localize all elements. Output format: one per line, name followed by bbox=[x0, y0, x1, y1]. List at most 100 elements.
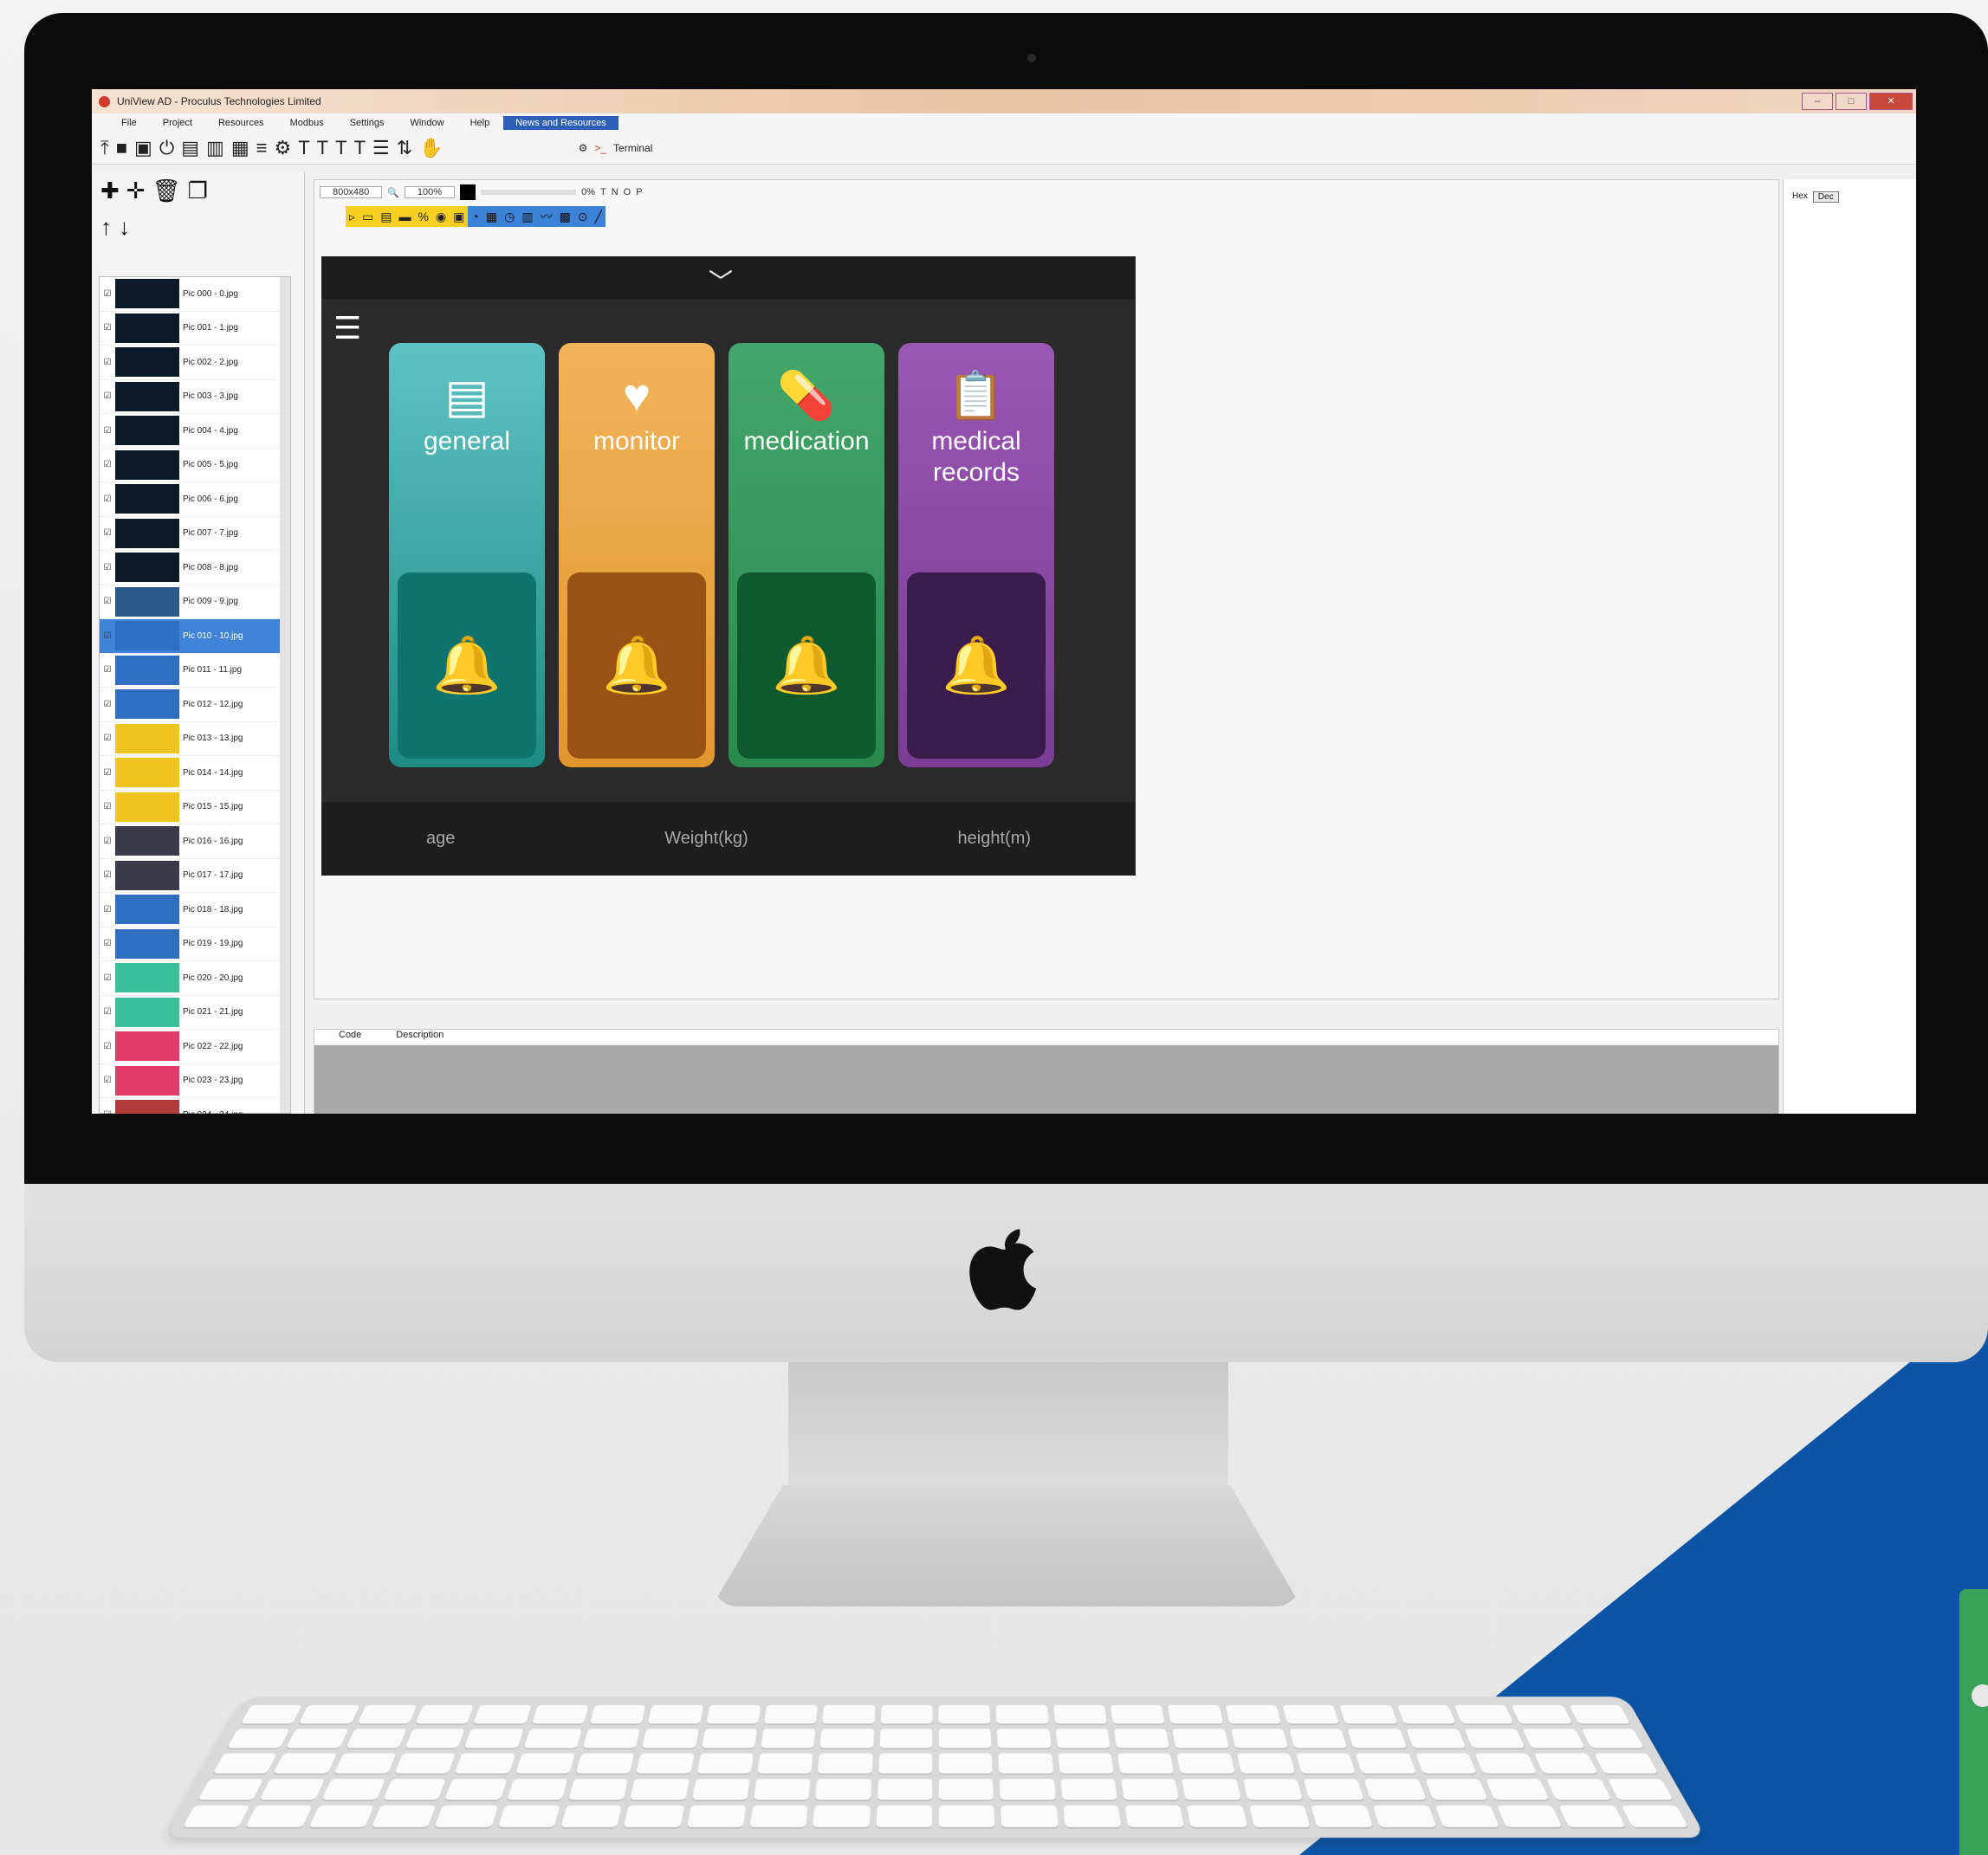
copy-icon[interactable]: ❐ bbox=[188, 178, 208, 204]
picture-checkbox[interactable]: ☑ bbox=[100, 1110, 115, 1114]
picture-checkbox[interactable]: ☑ bbox=[100, 1076, 115, 1085]
picture-list-item[interactable]: ☑ Pic 001 - 1.jpg bbox=[100, 312, 290, 346]
settings-gear-icon[interactable]: ⚙ bbox=[579, 142, 588, 154]
picture-checkbox[interactable]: ☑ bbox=[100, 528, 115, 538]
save-icon[interactable]: ▣ bbox=[134, 137, 152, 159]
sort-icon[interactable]: ⇅ bbox=[397, 137, 412, 159]
text-tool-p[interactable]: P bbox=[636, 187, 642, 197]
picture-checkbox[interactable]: ☑ bbox=[100, 1042, 115, 1051]
picture-list-item[interactable]: ☑ Pic 013 - 13.jpg bbox=[100, 722, 290, 756]
hex-label[interactable]: Hex bbox=[1792, 191, 1808, 203]
list-icon[interactable]: ≡ bbox=[256, 137, 268, 159]
picture-checkbox[interactable]: ☑ bbox=[100, 1007, 115, 1017]
picture-checkbox[interactable]: ☑ bbox=[100, 734, 115, 743]
picture-checkbox[interactable]: ☑ bbox=[100, 768, 115, 778]
alarm-bell-icon[interactable]: 🔔 bbox=[567, 572, 706, 759]
zoom-select[interactable]: 100% bbox=[404, 186, 456, 198]
chart-icon[interactable]: ▦ bbox=[482, 210, 501, 224]
picture-list-item[interactable]: ☑ Pic 000 - 0.jpg bbox=[100, 277, 290, 312]
menu-settings[interactable]: Settings bbox=[338, 116, 397, 130]
gauge-icon[interactable]: ◔ bbox=[468, 210, 482, 223]
power-icon[interactable]: ⏻ bbox=[159, 137, 174, 159]
text-tool-o[interactable]: O bbox=[624, 187, 631, 197]
opacity-slider[interactable] bbox=[481, 190, 577, 195]
picture-checkbox[interactable]: ☑ bbox=[100, 391, 115, 401]
hamburger-menu-icon[interactable]: ☰ bbox=[333, 310, 361, 346]
hand-icon[interactable]: ✋ bbox=[419, 137, 443, 159]
pointer-icon[interactable]: ▹ bbox=[346, 210, 359, 224]
menu-project[interactable]: Project bbox=[151, 116, 204, 130]
picture-list-item[interactable]: ☑ Pic 012 - 12.jpg bbox=[100, 688, 290, 722]
picture-list-item[interactable]: ☑ Pic 017 - 17.jpg bbox=[100, 859, 290, 893]
picture-checkbox[interactable]: ☑ bbox=[100, 939, 115, 948]
alarm-bell-icon[interactable]: 🔔 bbox=[737, 572, 876, 759]
trash-icon[interactable]: 🗑 bbox=[152, 178, 181, 204]
insert-icon[interactable]: ✛ bbox=[126, 178, 146, 204]
curve-icon[interactable]: 〰 bbox=[537, 208, 556, 225]
picture-checkbox[interactable]: ☑ bbox=[100, 973, 115, 983]
picture-checkbox[interactable]: ☑ bbox=[100, 905, 115, 915]
picture-list-item[interactable]: ☑ Pic 024 - 24.jpg bbox=[100, 1098, 290, 1114]
picture-list-item[interactable]: ☑ Pic 009 - 9.jpg bbox=[100, 585, 290, 619]
table-icon[interactable]: ▥ bbox=[518, 210, 536, 224]
text-icon[interactable]: T bbox=[298, 137, 309, 159]
picture-checkbox[interactable]: ☑ bbox=[100, 563, 115, 572]
picture-checkbox[interactable]: ☑ bbox=[100, 426, 115, 436]
picture-checkbox[interactable]: ☑ bbox=[100, 323, 115, 333]
picture-list-item[interactable]: ☑ Pic 003 - 3.jpg bbox=[100, 380, 290, 414]
menu-resources[interactable]: Resources bbox=[206, 116, 276, 130]
menu-lines-icon[interactable]: ☰ bbox=[372, 137, 390, 159]
picture-checkbox[interactable]: ☑ bbox=[100, 494, 115, 504]
resolution-select[interactable]: 800x480 bbox=[320, 186, 383, 198]
percent-icon[interactable]: % bbox=[415, 210, 432, 223]
terminal-icon[interactable]: >_ bbox=[594, 142, 606, 154]
picture-list-item[interactable]: ☑ Pic 023 - 23.jpg bbox=[100, 1064, 290, 1098]
alarm-bell-icon[interactable]: 🔔 bbox=[907, 572, 1046, 759]
picture-checkbox[interactable]: ☑ bbox=[100, 358, 115, 367]
picture-list-item[interactable]: ☑ Pic 014 - 14.jpg bbox=[100, 756, 290, 791]
text-3-icon[interactable]: T bbox=[335, 137, 346, 159]
output-col-description[interactable]: Description bbox=[396, 1030, 444, 1044]
picture-checkbox[interactable]: ☑ bbox=[100, 837, 115, 846]
menu-modbus[interactable]: Modbus bbox=[278, 116, 336, 130]
chevron-down-icon[interactable]: ﹀ bbox=[709, 263, 733, 298]
picture-list-item[interactable]: ☑ Pic 002 - 2.jpg bbox=[100, 346, 290, 380]
text-tool-n[interactable]: N bbox=[612, 187, 618, 197]
zoom-icon[interactable]: 🔍 bbox=[387, 187, 399, 198]
picture-checkbox[interactable]: ☑ bbox=[100, 870, 115, 880]
picture-list-item[interactable]: ☑ Pic 018 - 18.jpg bbox=[100, 893, 290, 928]
color-swatch[interactable] bbox=[460, 184, 476, 200]
button-icon[interactable]: ▭ bbox=[359, 210, 377, 224]
dec-toggle[interactable]: Dec bbox=[1812, 191, 1839, 203]
bar-icon[interactable]: ▬ bbox=[396, 210, 415, 223]
preview-icon[interactable]: ▦ bbox=[231, 137, 249, 159]
text-2-icon[interactable]: T bbox=[317, 137, 328, 159]
move-down-icon[interactable]: ↓ bbox=[119, 214, 130, 240]
record-icon[interactable]: ⊙ bbox=[574, 210, 592, 224]
compile-icon[interactable]: ▤ bbox=[181, 137, 199, 159]
picture-list-item[interactable]: ☑ Pic 004 - 4.jpg bbox=[100, 414, 290, 449]
alarm-bell-icon[interactable]: 🔔 bbox=[398, 572, 536, 759]
line-icon[interactable]: ╱ bbox=[592, 210, 605, 224]
close-button[interactable]: ✕ bbox=[1869, 93, 1913, 110]
menu-help[interactable]: Help bbox=[458, 116, 502, 130]
picture-checkbox[interactable]: ☑ bbox=[100, 597, 115, 606]
picture-list-item[interactable]: ☑ Pic 007 - 7.jpg bbox=[100, 517, 290, 551]
menu-file[interactable]: File bbox=[109, 116, 149, 130]
tile-general[interactable]: ▤ general 🔔 bbox=[389, 343, 545, 767]
open-icon[interactable]: ■ bbox=[116, 137, 127, 159]
eye-icon[interactable]: ◉ bbox=[432, 210, 450, 224]
picture-list-item[interactable]: ☑ Pic 022 - 22.jpg bbox=[100, 1030, 290, 1064]
picture-list-item[interactable]: ☑ Pic 008 - 8.jpg bbox=[100, 551, 290, 585]
slider-icon[interactable]: ▤ bbox=[377, 210, 395, 224]
maximize-button[interactable]: □ bbox=[1836, 93, 1867, 110]
tile-medical-records[interactable]: 📋 medical records 🔔 bbox=[898, 343, 1054, 767]
picture-list-item[interactable]: ☑ Pic 020 - 20.jpg bbox=[100, 961, 290, 996]
picture-checkbox[interactable]: ☑ bbox=[100, 289, 115, 299]
qr-icon[interactable]: ▩ bbox=[556, 210, 574, 224]
menu-window[interactable]: Window bbox=[398, 116, 456, 130]
picture-list-item[interactable]: ☑ Pic 015 - 15.jpg bbox=[100, 791, 290, 824]
picture-list-item[interactable]: ☑ Pic 011 - 11.jpg bbox=[100, 654, 290, 688]
new-icon[interactable]: ⤒ bbox=[100, 137, 109, 159]
text-tool-t[interactable]: T bbox=[600, 187, 606, 197]
